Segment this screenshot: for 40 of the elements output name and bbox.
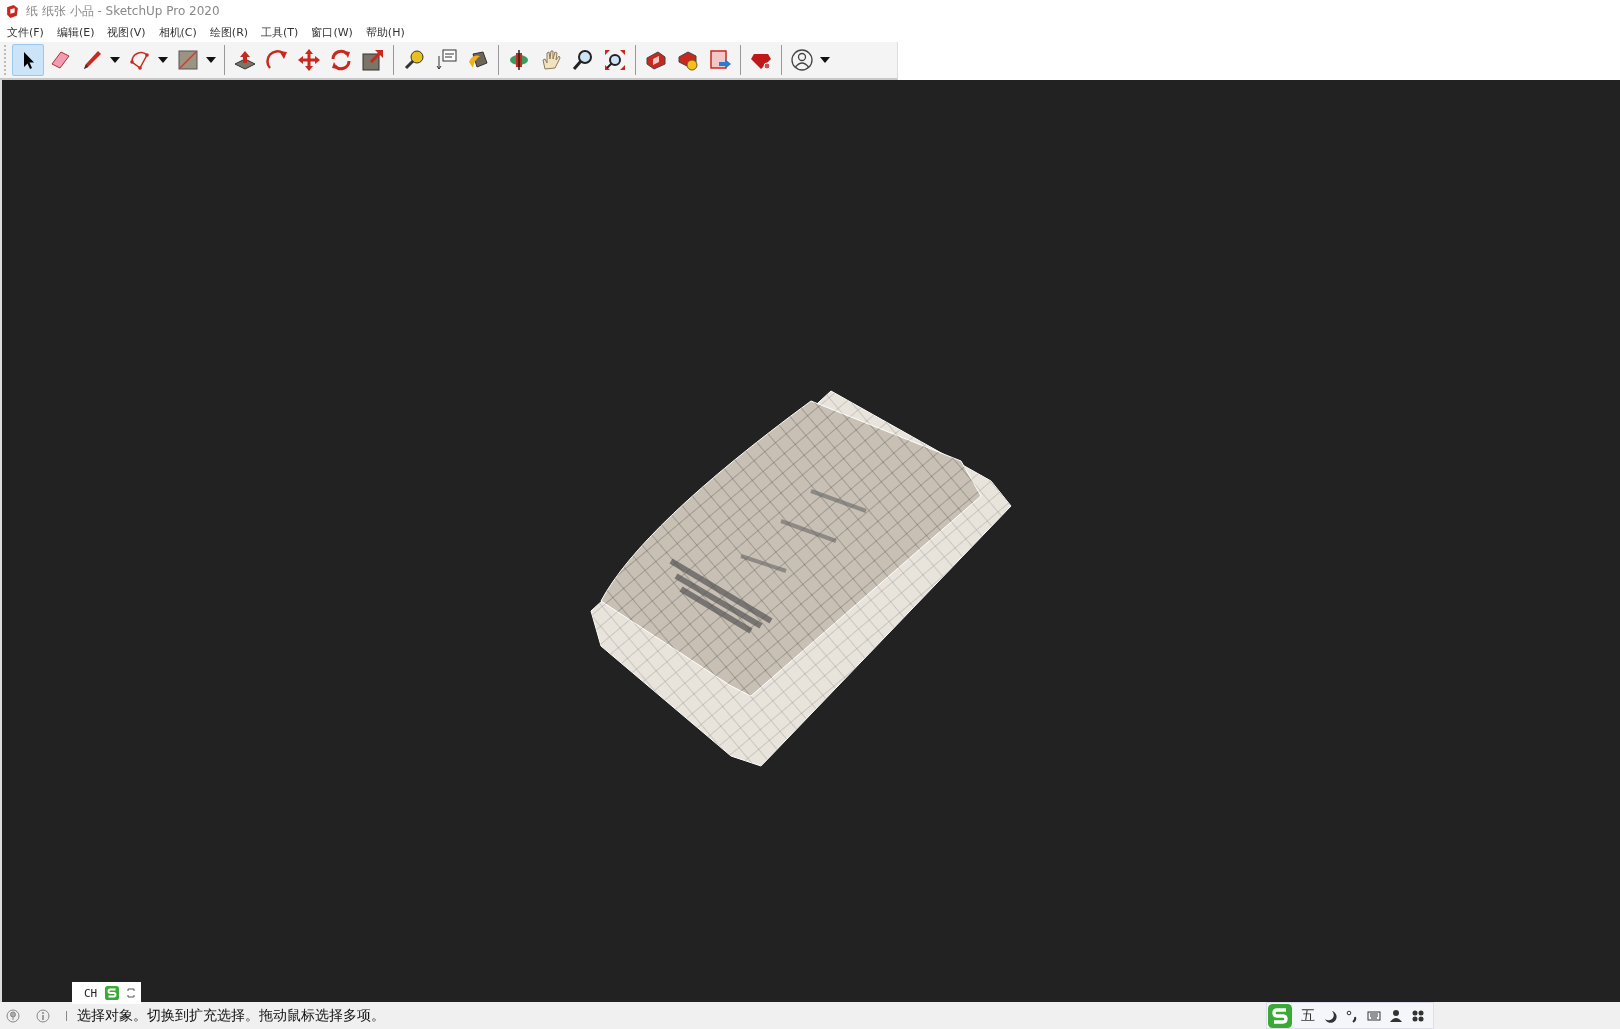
menu-item[interactable]: 绘图(R) xyxy=(209,24,249,40)
menu-item[interactable]: 相机(C) xyxy=(158,24,197,40)
scale-icon xyxy=(361,48,385,72)
document-arrow-icon xyxy=(708,48,732,72)
user-icon[interactable] xyxy=(1389,1008,1403,1023)
caret-icon[interactable] xyxy=(158,57,168,63)
expand-icon[interactable] xyxy=(127,987,136,999)
hand-icon xyxy=(539,48,563,72)
location-icon[interactable] xyxy=(6,1008,20,1023)
menu-item[interactable]: 窗口(W) xyxy=(311,24,353,40)
menu-item[interactable]: 帮助(H) xyxy=(365,24,405,40)
toolbar-button[interactable] xyxy=(12,44,44,76)
zoom-extents-icon xyxy=(603,48,627,72)
menu-item[interactable]: 编辑(E) xyxy=(56,24,95,40)
input-mode-label[interactable]: CH xyxy=(84,986,98,1000)
input-mode-label[interactable]: 五 xyxy=(1301,1006,1315,1025)
tape-measure-icon xyxy=(402,48,426,72)
grid-icon[interactable] xyxy=(1411,1008,1425,1023)
search-icon xyxy=(571,48,595,72)
rectangle-icon xyxy=(176,48,200,72)
menu-item[interactable]: 视图(V) xyxy=(107,24,146,40)
text-label-icon xyxy=(434,48,458,72)
status-message: 选择对象。切换到扩充选择。拖动鼠标选择多项。 xyxy=(77,1006,385,1025)
caret-icon[interactable] xyxy=(820,57,830,63)
menu-item[interactable]: 工具(T) xyxy=(261,24,299,40)
moon-icon[interactable] xyxy=(1323,1008,1337,1023)
window-title: 纸 纸张 小品 - SketchUp Pro 2020 xyxy=(26,2,220,20)
caret-icon[interactable] xyxy=(110,57,120,63)
keyboard-icon[interactable] xyxy=(1367,1008,1381,1023)
user-icon xyxy=(790,48,814,72)
model-viewport[interactable]: CH xyxy=(0,80,1620,1002)
input-method-logo-icon[interactable] xyxy=(105,986,120,1000)
app-logo-icon xyxy=(5,3,20,19)
punctuation-icon[interactable] xyxy=(1345,1008,1359,1023)
orbit-icon xyxy=(507,48,531,72)
caret-icon[interactable] xyxy=(206,57,216,63)
move-icon xyxy=(297,48,321,72)
menu-item[interactable]: 文件(F) xyxy=(7,24,44,40)
rotate-icon xyxy=(329,48,353,72)
input-method-logo-icon[interactable] xyxy=(1267,1003,1293,1028)
